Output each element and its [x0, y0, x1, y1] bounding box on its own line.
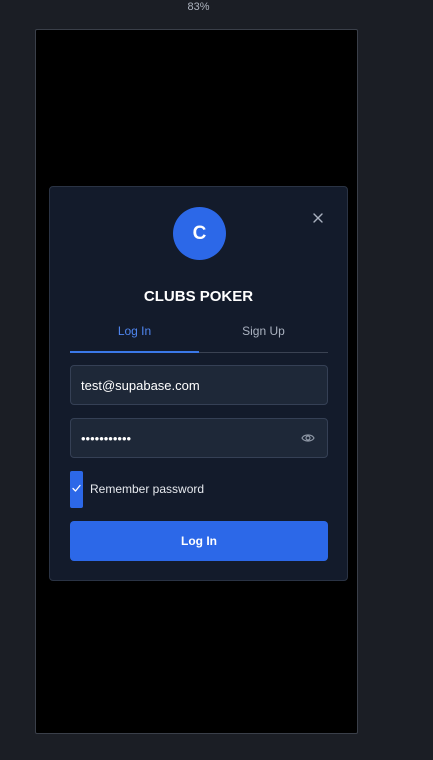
password-input[interactable]: [81, 419, 291, 457]
email-field: [70, 365, 328, 405]
password-field: [70, 418, 328, 458]
tab-log-in[interactable]: Log In: [70, 323, 199, 353]
auth-tabs: Log In Sign Up: [70, 323, 328, 353]
tab-log-in-label: Log In: [117, 324, 152, 338]
email-input[interactable]: [81, 366, 291, 404]
zoom-level: 83%: [187, 1, 210, 13]
tab-sign-up[interactable]: Sign Up: [199, 323, 328, 353]
login-modal: C CLUBS POKER Log In Sign Up Remember pa…: [49, 186, 348, 581]
page-title: CLUBS POKER: [143, 288, 254, 305]
avatar-letter: C: [192, 222, 207, 244]
remember-password-label: Remember password: [90, 482, 205, 496]
tab-sign-up-label: Sign Up: [242, 324, 285, 338]
avatar: C: [173, 207, 226, 260]
eye-icon[interactable]: [301, 432, 315, 444]
checkmark-icon: [72, 484, 81, 492]
log-in-button[interactable]: Log In: [70, 521, 328, 561]
remember-password-row: Remember password: [70, 471, 328, 508]
remember-password-checkbox[interactable]: [70, 471, 83, 508]
close-button[interactable]: [310, 210, 326, 226]
active-tab-indicator: [70, 351, 199, 353]
close-icon: [313, 213, 323, 223]
